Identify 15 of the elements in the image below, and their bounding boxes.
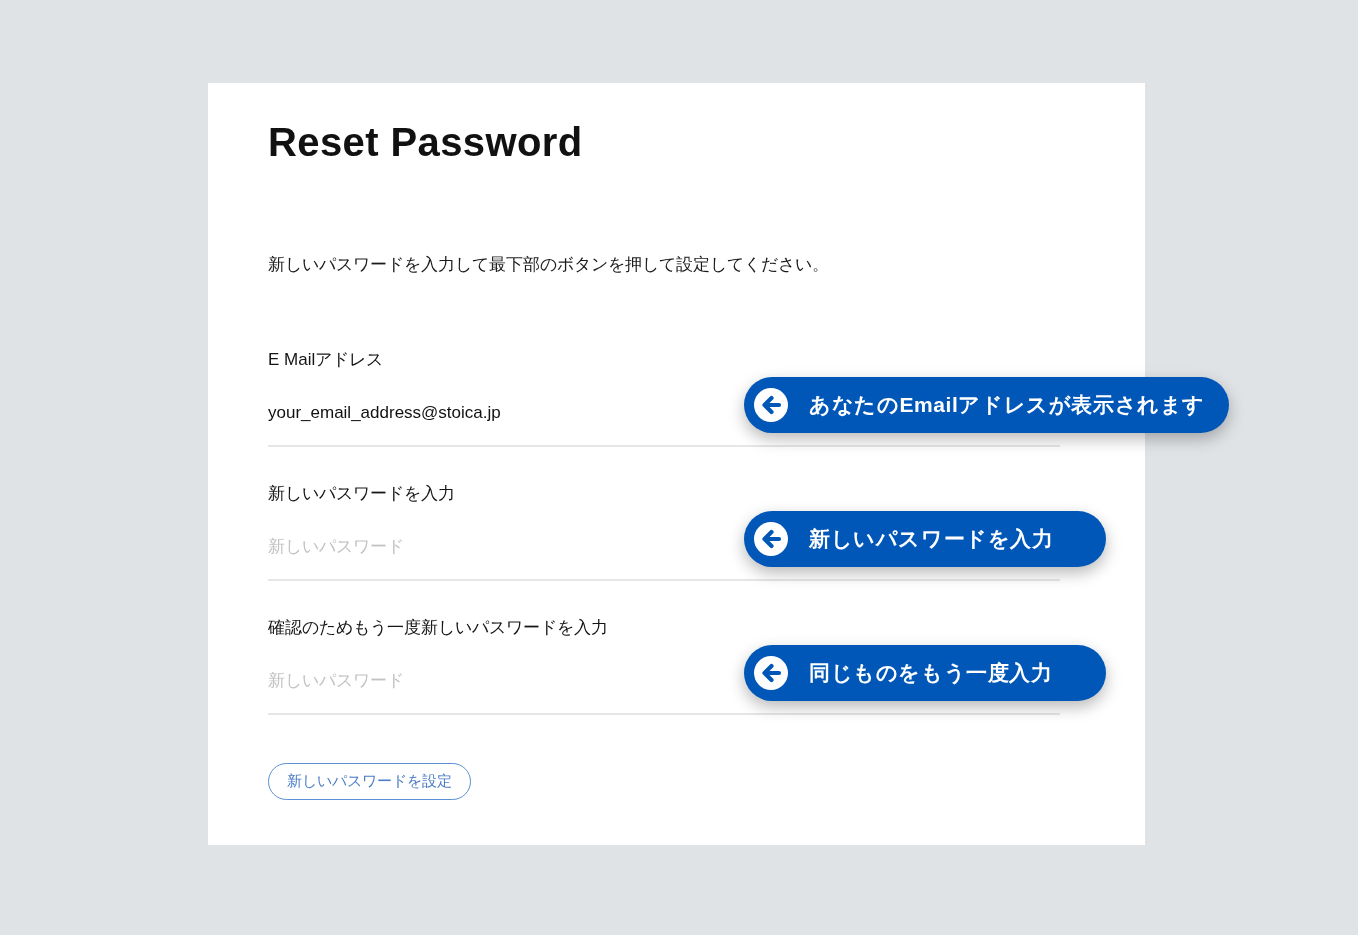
arrow-left-circle-icon <box>754 656 788 690</box>
callout-text: あなたのEmailアドレスが表示されます <box>809 392 1206 419</box>
field-label: 新しいパスワードを入力 <box>268 483 455 505</box>
field-label: 確認のためもう一度新しいパスワードを入力 <box>268 617 608 639</box>
arrow-left-circle-icon <box>754 388 788 422</box>
input-field[interactable]: 新しいパスワード <box>268 535 708 559</box>
input-field[interactable]: 新しいパスワード <box>268 669 708 693</box>
field-label: E Mailアドレス <box>268 349 384 371</box>
callout-text: 同じものをもう一度入力 <box>809 660 1053 687</box>
arrow-left-circle-icon <box>754 522 788 556</box>
page-title: Reset Password <box>268 119 583 165</box>
callout-text: 新しいパスワードを入力 <box>809 526 1054 552</box>
input-field[interactable]: your_email_address@stoica.jp <box>268 401 708 425</box>
set-password-button[interactable]: 新しいパスワードを設定 <box>268 763 471 800</box>
instruction-text: 新しいパスワードを入力して最下部のボタンを押して設定してください。 <box>268 254 829 276</box>
